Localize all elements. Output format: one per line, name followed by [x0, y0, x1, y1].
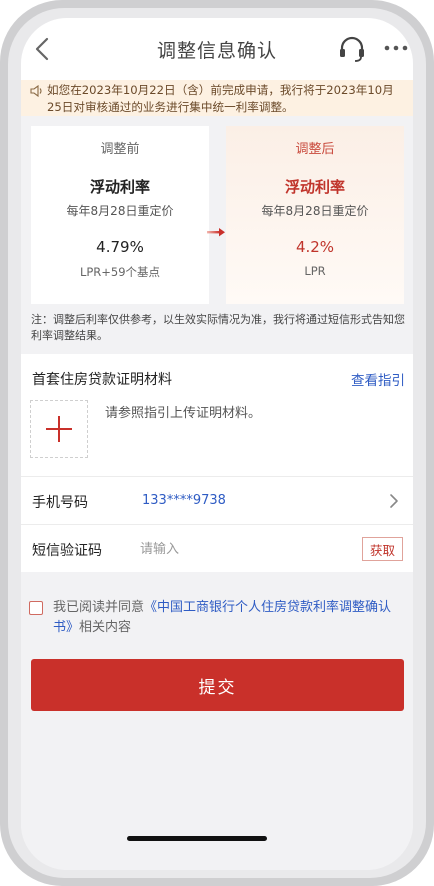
phone-frame: 调整信息确认 如您在2023年10月22日（含）前完成申请，我行将于2023年1… [0, 0, 434, 886]
notice-banner: 如您在2023年10月22日（含）前完成申请，我行将于2023年10月25日对审… [21, 80, 413, 116]
plus-icon [46, 416, 72, 442]
phone-row[interactable]: 手机号码 133****9738 [21, 476, 413, 524]
after-rate: 4.2% [295, 238, 335, 256]
before-reset-date: 每年8月28日重定价 [66, 204, 174, 218]
view-guide-link[interactable]: 查看指引 [351, 369, 405, 389]
notice-text: 如您在2023年10月22日（含）前完成申请，我行将于2023年10月25日对审… [47, 83, 394, 114]
submit-button[interactable]: 提交 [31, 659, 404, 711]
agreement-prefix: 我已阅读并同意 [53, 600, 145, 615]
get-code-button[interactable]: 获取 [362, 537, 403, 561]
verification-code-row: 短信验证码 获取 [21, 524, 413, 572]
home-indicator[interactable] [127, 836, 267, 841]
upload-button[interactable] [30, 400, 88, 458]
back-chevron-icon[interactable] [31, 35, 55, 63]
after-card: 调整后 浮动利率 每年8月28日重定价 4.2% LPR [226, 126, 404, 304]
agree-checkbox[interactable] [29, 601, 43, 615]
page-bottom [21, 711, 413, 870]
arrow-right-icon [207, 228, 225, 237]
chevron-right-icon [390, 494, 398, 508]
nav-bar: 调整信息确认 [21, 18, 413, 80]
after-rate-basis: LPR [304, 264, 326, 278]
upload-title: 首套住房贷款证明材料 [32, 372, 172, 388]
phone-number: 133****9738 [142, 493, 226, 508]
rate-comparison: 调整前 浮动利率 每年8月28日重定价 4.79% LPR+59个基点 调整后 [21, 116, 413, 354]
before-rate-type: 浮动利率 [89, 178, 150, 196]
after-reset-date: 每年8月28日重定价 [261, 204, 369, 218]
code-label: 短信验证码 [32, 543, 102, 559]
phone-label: 手机号码 [32, 495, 88, 511]
agreement-text: 我已阅读并同意《中国工商银行个人住房贷款利率调整确认书》相关内容 [53, 598, 407, 638]
more-dots-icon[interactable] [383, 44, 409, 52]
after-label: 调整后 [295, 142, 335, 157]
before-label: 调整前 [100, 142, 140, 157]
agreement-section: 我已阅读并同意《中国工商银行个人住房贷款利率调整确认书》相关内容 [21, 572, 413, 658]
before-rate-basis: LPR+59个基点 [79, 265, 161, 279]
after-rate-type: 浮动利率 [284, 178, 345, 196]
upload-section: 首套住房贷款证明材料 查看指引 请参照指引上传证明材料。 [21, 354, 413, 478]
upload-hint: 请参照指引上传证明材料。 [105, 406, 262, 421]
before-rate: 4.79% [96, 238, 144, 256]
verification-code-input[interactable] [140, 537, 340, 561]
page-title: 调整信息确认 [156, 39, 277, 62]
before-card: 调整前 浮动利率 每年8月28日重定价 4.79% LPR+59个基点 [31, 126, 209, 304]
speaker-icon [30, 85, 42, 97]
app-screen: 调整信息确认 如您在2023年10月22日（含）前完成申请，我行将于2023年1… [21, 18, 413, 870]
headset-icon[interactable] [337, 34, 367, 64]
rate-note: 注：调整后利率仅供参考，以生效实际情况为准，我行将通过短信形式告知您利率调整结果… [31, 313, 405, 342]
agreement-suffix: 相关内容 [79, 620, 132, 635]
